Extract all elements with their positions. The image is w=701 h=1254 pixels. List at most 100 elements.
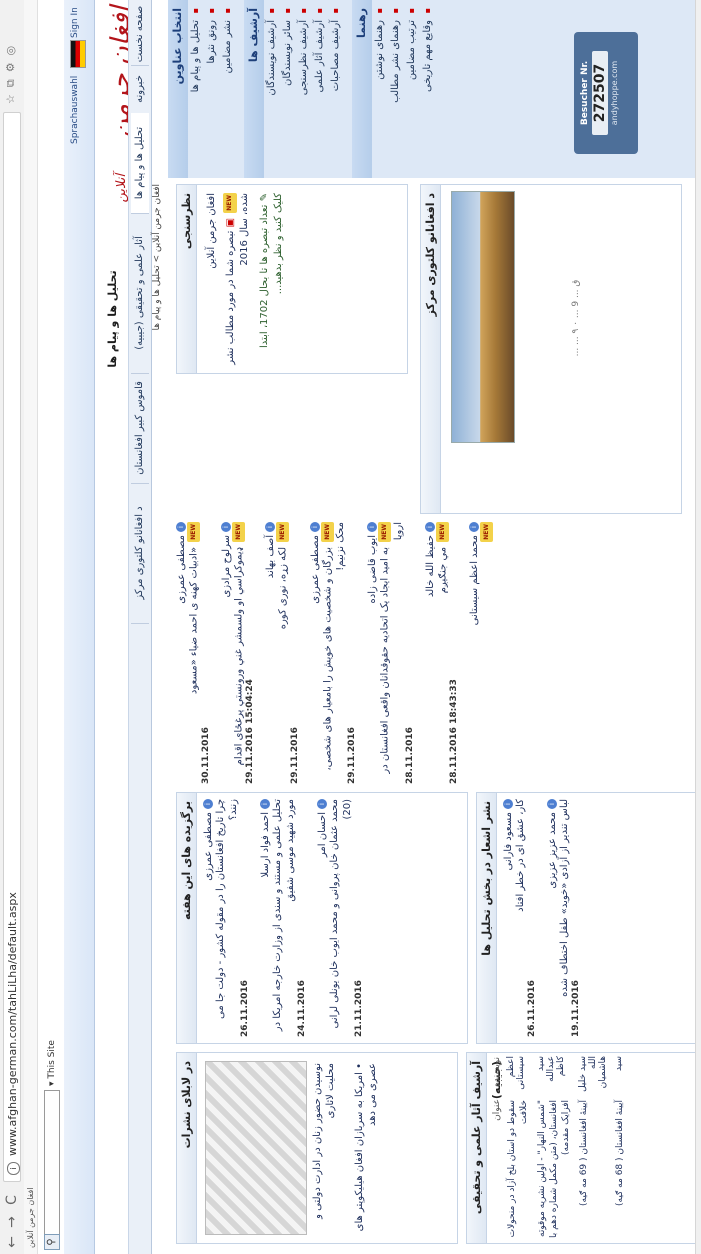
tab-cultural-center[interactable]: د افغانانو کلتوری مرکز	[131, 483, 149, 624]
entry-author[interactable]: آصف بهاند	[265, 535, 276, 578]
tab-research[interactable]: آثار علمی و تحقیقی (جیبیه)	[131, 213, 149, 374]
new-badge: NEW	[223, 193, 237, 213]
sidebar-item-publishing-guide[interactable]: رهنمای نشر مطالب	[388, 0, 404, 178]
address-bar[interactable]: i www.afghan-german.com/tahLiLha/default.…	[3, 112, 21, 1182]
entry-author[interactable]: مصطفی عمرزی	[176, 535, 187, 604]
entry-date: 29.11.2016	[289, 727, 300, 784]
entry-author[interactable]: محمد عزیز عزیزی	[547, 812, 558, 889]
poll-panel: نظرسنجی افغان جرمن آنلاین NEW ▣ تبصره شم…	[176, 184, 408, 374]
archive-author[interactable]: سید خلیل الله هاشمیان	[575, 1056, 611, 1098]
archive-author[interactable]: سید	[611, 1056, 629, 1098]
sidebar-item-article-order[interactable]: ترتیب مضامین	[404, 0, 420, 178]
entry-title[interactable]: کار، عشق ای در خطر افتاد	[515, 799, 526, 912]
entry-title[interactable]: لکه زړه، نوری کوره	[278, 547, 289, 629]
entry-author[interactable]: حفیظ الله خالد	[425, 535, 436, 597]
browser-extension-icons[interactable]: ☆ ⧉ ⚙ ◎	[4, 4, 20, 104]
entry-title[interactable]: محمد عثمان خان پروانی و محمد ایوب خان یو…	[329, 799, 353, 1028]
sign-in-link[interactable]: Sign In	[70, 7, 80, 38]
search-button[interactable]: ⚲	[44, 1234, 60, 1250]
site-logo-sub: آنلاین	[114, 174, 129, 203]
newspaper-image[interactable]	[205, 1061, 307, 1235]
entry-date: 29.11.2016	[347, 727, 357, 784]
tab-analyses[interactable]: تحلیل ها و پیام ها	[131, 113, 149, 214]
entry-author[interactable]: محمد اعظم سیستانی	[469, 535, 480, 625]
tab-encyclopedia[interactable]: قاموس کبیر افغانستان	[131, 373, 149, 484]
tab-news[interactable]: خبرونه	[131, 65, 149, 114]
entry-title[interactable]: بزرگان و شخصیت های خویش را بامعیار های ش…	[322, 522, 346, 771]
sidebar-heading-guide: رهنما	[352, 0, 372, 178]
horizontal-scrollbar[interactable]	[695, 0, 701, 1254]
info-icon[interactable]: i	[6, 1162, 20, 1175]
sidebar-heading-topics: انتخاب عناوین	[168, 0, 188, 178]
visitor-counter[interactable]: Besucher Nr. 272507 andyhoppe.com	[574, 32, 638, 154]
bookmark-item[interactable]: افغان جرمن آنلاین	[26, 1187, 35, 1248]
entry-title[interactable]: ډیموکراسي او ولسمشر غني ورونستي پرغځای ا…	[233, 547, 244, 765]
info-bubble-icon: i	[503, 799, 513, 809]
entry-title[interactable]: لباس تندیر از آزادی «خوید» طفل اختطاف شد…	[559, 799, 570, 997]
back-button[interactable]: ←	[2, 1232, 22, 1252]
entry-author[interactable]: ایوب قاضی زاده	[367, 535, 378, 603]
sidebar-item-poll-archive[interactable]: آرشیف نظرسنجی	[296, 0, 312, 178]
archive-author[interactable]: سید عبدالله کاظم	[533, 1056, 575, 1098]
counter-label: Besucher Nr.	[580, 60, 590, 126]
search-input[interactable]	[44, 1090, 60, 1250]
reload-button[interactable]: C	[2, 1190, 22, 1210]
german-flag-icon[interactable]	[70, 40, 86, 68]
press-caption[interactable]: نوسیدن حضور زنان در ادارت دولتی و محلیت …	[311, 1063, 337, 1235]
entry-title[interactable]: چرا تاریخ افغانستان را در مقوله کشور - د…	[215, 799, 239, 1019]
info-bubble-icon: i	[220, 522, 231, 532]
archive-title[interactable]: سقوط دو استان بلخ آزاد در منحولات خلافت	[503, 1098, 533, 1240]
archive-title[interactable]: آیینۀ افغانستان ( 68 مه ګیه)	[611, 1098, 629, 1240]
entry-title[interactable]: به امید ایجاد یک اتحادیه حقوقدانان واقعی…	[380, 522, 404, 774]
entry-date: 15:04:24 29.11.2016	[245, 679, 255, 784]
entry-date: 21.11.2016	[354, 980, 364, 1037]
sidebar-item-analyses[interactable]: تحلیل ها و پیام ها	[188, 0, 204, 178]
entry-date: 30.11.2016	[200, 727, 211, 784]
info-bubble-icon: i	[367, 522, 377, 532]
poll-more-link[interactable]: نظر بدهید...	[273, 243, 284, 294]
archive-title[interactable]: آیینۀ افغانستان ( 69 مه ګیه)	[575, 1098, 611, 1240]
info-bubble-icon: i	[317, 799, 327, 809]
new-badge: NEW	[435, 522, 449, 542]
entry-author[interactable]: مصطفی عمرزی	[203, 812, 214, 881]
info-bubble-icon: i	[469, 522, 479, 532]
archive-row: اعظم سیستانی سقوط دو استان بلخ آزاد در من…	[503, 1056, 533, 1240]
latest-entry: i سرلوح مرادزی NEW ډیموکراسي او ولسمشر غني…	[220, 522, 255, 784]
entry-author[interactable]: مسعود فارانی	[503, 812, 514, 870]
poll-heading: نظرسنجی	[177, 185, 197, 373]
featured-entry: i احسان امر محمد عثمان خان پروانی و محمد ا…	[317, 799, 364, 1037]
entry-title[interactable]: مي جنګيږم	[437, 547, 448, 593]
press-panel: در لابلای نشرات نوسیدن حضور زنان در ادار…	[176, 1052, 458, 1244]
sidebar-item-writing-guide[interactable]: رهنمای نوشتن	[372, 0, 388, 178]
info-bubble-icon: i	[424, 522, 435, 532]
info-bubble-icon: i	[260, 799, 270, 809]
entry-author[interactable]: احسان امر	[317, 812, 328, 857]
sidebar-item-research-archive[interactable]: آرشیف آثار علمی	[312, 0, 328, 178]
tab-home[interactable]: صفحه نخست	[131, 3, 149, 66]
sidebar-item-authors-archive[interactable]: آرشیف نویسندگان	[264, 0, 280, 178]
forward-button[interactable]: →	[2, 1212, 22, 1232]
latest-entries-list: i مصطفی عمرزی NEW «ادبیات کهنه ی احمد ضیاء…	[176, 522, 696, 784]
poll-source: افغان جرمن آنلاین	[206, 193, 217, 269]
archive-author[interactable]: اعظم سیستانی	[503, 1056, 533, 1098]
sidebar-item-other-authors[interactable]: سائر نویسندگان	[280, 0, 296, 178]
entry-title[interactable]: تحلیل علمی و مستند و سندی از وزارت خارجه…	[272, 799, 296, 1031]
sidebar-item-publish[interactable]: نشر مضامین	[220, 0, 236, 178]
archive-table: نویسنده عنوان اعظم سیستانی سقوط دو استان …	[491, 1056, 629, 1240]
entry-author[interactable]: مصطفی عمرزی	[310, 535, 321, 604]
cultural-center-image[interactable]	[451, 191, 515, 443]
entry-title[interactable]: «ادبیات کهنه ی احمد ضیاء «مسعود	[189, 547, 200, 694]
sidebar-item-prose[interactable]: رونق نثرها	[204, 0, 220, 178]
entry-author[interactable]: احمد فواد ارسلا	[260, 812, 271, 877]
sidebar-item-historical-events[interactable]: وقایع مهم تاریخی	[420, 0, 436, 178]
sidebar-item-interviews-archive[interactable]: آرشیف مصاحبات	[328, 0, 344, 178]
breadcrumb: افغان جرمن آنلاین > تحلیل ها و پیام ها	[152, 184, 162, 331]
press-item[interactable]: • امریکا به سربازان افغان هیلیکوپتر های …	[353, 1063, 379, 1235]
language-select-link[interactable]: Sprachauswahl	[70, 76, 80, 144]
entry-date: 26.11.2016	[240, 980, 250, 1037]
search-scope-label: This Site	[47, 1040, 57, 1079]
archive-title[interactable]: "شمس النهار" - اولین نشریه موقوته افغانس…	[533, 1098, 575, 1240]
cultural-center-heading: د افغانانو کلتوری مرکز	[421, 185, 441, 513]
entry-author[interactable]: سرلوح مرادزی	[221, 535, 232, 598]
search-scope-select[interactable]: ▾ This Site	[44, 1026, 60, 1086]
